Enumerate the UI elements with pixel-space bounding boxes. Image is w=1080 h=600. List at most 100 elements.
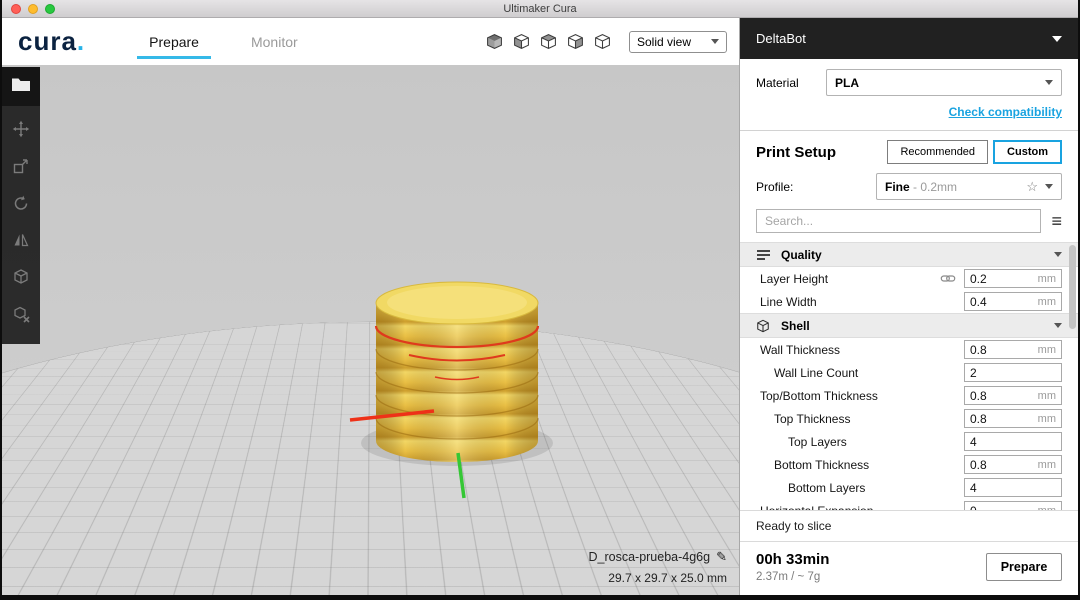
check-compatibility-link[interactable]: Check compatibility	[949, 105, 1062, 119]
setting-row-bottom-layers: Bottom Layers	[740, 476, 1078, 499]
setting-unit: mm	[1037, 458, 1056, 471]
settings-menu-icon[interactable]: ≡	[1051, 212, 1062, 230]
chevron-down-icon	[1054, 252, 1062, 257]
setting-value-input[interactable]	[970, 434, 1052, 449]
chevron-down-icon	[1045, 80, 1053, 85]
setting-value-input[interactable]	[970, 271, 1034, 286]
close-button[interactable]	[11, 4, 21, 14]
setting-row-top-thickness: Top Thickness mm	[740, 407, 1078, 430]
settings-category-shell[interactable]: Shell	[740, 313, 1078, 338]
setting-label: Wall Line Count	[774, 365, 859, 380]
mirror-icon	[12, 231, 30, 254]
setting-row-top-layers: Top Layers	[740, 430, 1078, 453]
setting-label: Bottom Thickness	[774, 457, 870, 472]
setting-value-box	[964, 432, 1062, 451]
app-window: Ultimaker Cura cura. Prepare Monitor Sol…	[0, 0, 1080, 600]
model-3d[interactable]	[297, 270, 627, 570]
logo-dot: .	[76, 26, 86, 56]
setting-row-bottom-thickness: Bottom Thickness mm	[740, 453, 1078, 476]
setting-row-wall-line-count: Wall Line Count	[740, 361, 1078, 384]
star-icon[interactable]: ☆	[1026, 180, 1038, 193]
material-dropdown[interactable]: PLA	[826, 69, 1062, 96]
setting-label: Layer Height	[760, 271, 829, 286]
setting-value-box	[964, 478, 1062, 497]
print-setup-title: Print Setup	[756, 143, 837, 161]
settings-scrollbar[interactable]	[1069, 245, 1076, 329]
category-label: Quality	[781, 247, 822, 262]
search-row: ≡	[740, 208, 1078, 242]
tab-prepare[interactable]: Prepare	[123, 18, 225, 65]
category-label: Shell	[781, 318, 810, 333]
tab-monitor[interactable]: Monitor	[225, 18, 324, 65]
view-mode-dropdown[interactable]: Solid view	[629, 30, 727, 53]
recommended-mode-button[interactable]: Recommended	[887, 140, 989, 164]
minimize-button[interactable]	[28, 4, 38, 14]
machine-selector[interactable]: DeltaBot	[740, 18, 1078, 59]
material-label: Material	[756, 75, 799, 90]
traffic-lights	[11, 4, 55, 14]
settings-panel: DeltaBot Material PLA Check compatibilit…	[739, 18, 1078, 595]
print-setup-header: Print Setup Recommended Custom	[740, 131, 1078, 170]
setting-value-input[interactable]	[970, 294, 1034, 309]
support-blocker-button[interactable]	[2, 298, 40, 335]
setting-value-input[interactable]	[970, 480, 1052, 495]
top-header: cura. Prepare Monitor Solid view	[2, 18, 739, 65]
view-3d-icon[interactable]	[486, 34, 503, 49]
view-top-icon[interactable]	[540, 34, 557, 49]
setting-value-input[interactable]	[970, 365, 1052, 380]
window-title: Ultimaker Cura	[503, 2, 577, 15]
shell-icon	[756, 319, 773, 333]
rotate-tool-button[interactable]	[2, 187, 40, 224]
setting-row-wall-thickness: Wall Thickness mm	[740, 338, 1078, 361]
setting-label: Bottom Layers	[788, 480, 866, 495]
settings-category-quality[interactable]: Quality	[740, 242, 1078, 267]
slice-footer: 00h 33min 2.37m / ~ 7g Prepare	[740, 541, 1078, 595]
scale-tool-button[interactable]	[2, 150, 40, 187]
quality-icon	[756, 249, 773, 261]
material-value: PLA	[835, 75, 859, 90]
chevron-down-icon	[711, 39, 719, 44]
setting-value-input[interactable]	[970, 503, 1034, 510]
material-row: Material PLA	[740, 59, 1078, 96]
setting-row-line-width: Line Width mm	[740, 290, 1078, 313]
workspace: cura. Prepare Monitor Solid view D_rosca…	[2, 18, 739, 595]
move-tool-button[interactable]	[2, 113, 40, 150]
camera-preset-icons	[486, 34, 611, 49]
setting-unit: mm	[1037, 343, 1056, 356]
viewport-3d[interactable]: D_rosca-prueba-4g6g ✎ 29.7 x 29.7 x 25.0 …	[2, 65, 739, 595]
setting-row-layer-height: Layer Height mm	[740, 267, 1078, 290]
settings-list: Quality Layer Height mm Line Width mm Sh…	[740, 242, 1078, 510]
custom-mode-button[interactable]: Custom	[993, 140, 1062, 164]
model-name: D_rosca-prueba-4g6g	[588, 550, 711, 564]
open-file-button[interactable]	[2, 67, 40, 106]
view-right-icon[interactable]	[594, 34, 611, 49]
setting-row-top-bottom-thickness: Top/Bottom Thickness mm	[740, 384, 1078, 407]
profile-dropdown[interactable]: Fine - 0.2mm ☆	[876, 173, 1062, 200]
stage-tabs: Prepare Monitor	[123, 18, 324, 65]
view-left-icon[interactable]	[567, 34, 584, 49]
setting-value-box: mm	[964, 340, 1062, 359]
setting-value-input[interactable]	[970, 457, 1034, 472]
setting-value-box: mm	[964, 386, 1062, 405]
per-model-settings-button[interactable]	[2, 261, 40, 298]
titlebar: Ultimaker Cura	[2, 0, 1078, 18]
prepare-button[interactable]: Prepare	[986, 553, 1062, 581]
setting-label: Horizontal Expansion	[756, 504, 964, 511]
mirror-tool-button[interactable]	[2, 224, 40, 261]
setting-value-input[interactable]	[970, 342, 1034, 357]
view-mode-value: Solid view	[637, 34, 692, 49]
setting-unit: mm	[1037, 389, 1056, 402]
view-front-icon[interactable]	[513, 34, 530, 49]
link-icon	[940, 274, 956, 283]
profile-row: Profile: Fine - 0.2mm ☆	[740, 170, 1078, 208]
profile-suffix: - 0.2mm	[909, 179, 958, 194]
setting-value-input[interactable]	[970, 411, 1034, 426]
setting-value-input[interactable]	[970, 388, 1034, 403]
rename-pencil-icon[interactable]: ✎	[716, 549, 727, 564]
print-time-estimate: 00h 33min	[756, 551, 830, 568]
zoom-button[interactable]	[45, 4, 55, 14]
model-info: D_rosca-prueba-4g6g ✎ 29.7 x 29.7 x 25.0 …	[588, 549, 727, 585]
search-input[interactable]	[756, 209, 1042, 233]
setting-unit: mm	[1038, 505, 1056, 511]
cura-logo: cura.	[18, 26, 86, 56]
